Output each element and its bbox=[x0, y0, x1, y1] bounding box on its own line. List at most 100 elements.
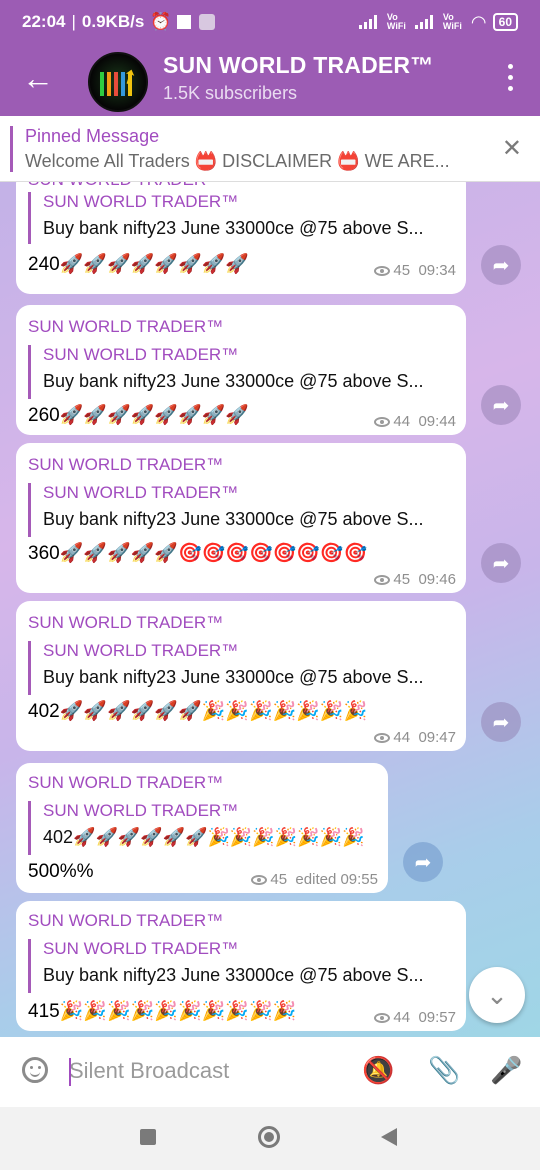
message-time: 09:44 bbox=[418, 413, 456, 430]
pinned-accent-bar bbox=[10, 126, 13, 172]
bell-off-icon[interactable]: 🔕 bbox=[362, 1055, 394, 1086]
share-icon[interactable]: ➦ bbox=[481, 702, 521, 742]
view-count: 45 bbox=[270, 871, 288, 888]
microphone-icon[interactable]: 🎤 bbox=[490, 1055, 522, 1086]
gallery-icon bbox=[199, 14, 216, 30]
share-icon[interactable]: ➦ bbox=[481, 245, 521, 285]
signal-icon bbox=[358, 15, 381, 29]
channel-subscribers: 1.5K subscribers bbox=[163, 83, 298, 103]
message-bubble[interactable]: SUN WORLD TRADER™ SUN WORLD TRADER™ Buy … bbox=[16, 305, 466, 435]
alarm-icon: ⏰ bbox=[150, 12, 172, 31]
reply-quote[interactable]: SUN WORLD TRADER™ Buy bank nifty23 June … bbox=[28, 345, 424, 399]
eye-icon bbox=[374, 417, 391, 428]
pinned-message-bar[interactable]: Pinned Message Welcome All Traders 📛 DIS… bbox=[0, 116, 540, 182]
quote-text: Buy bank nifty23 June 33000ce @75 above … bbox=[43, 965, 424, 985]
smile-icon[interactable] bbox=[22, 1057, 48, 1083]
status-time: 22:04 bbox=[22, 12, 66, 31]
message-time: 09:47 bbox=[418, 729, 456, 746]
channel-title[interactable]: SUN WORLD TRADER™ bbox=[163, 52, 433, 79]
eye-icon bbox=[374, 266, 391, 277]
arrow-left-icon[interactable]: ← bbox=[22, 60, 54, 96]
message-time: edited 09:55 bbox=[295, 871, 378, 888]
message-meta: 45 edited 09:55 bbox=[251, 871, 378, 888]
message-time: 09:46 bbox=[418, 571, 456, 588]
message-text: 240🚀🚀🚀🚀🚀🚀🚀🚀 bbox=[28, 254, 249, 275]
signal-icon-2 bbox=[414, 15, 437, 29]
share-icon[interactable]: ➦ bbox=[481, 385, 521, 425]
status-separator: | bbox=[71, 12, 76, 31]
eye-icon bbox=[251, 875, 268, 886]
message-author: SUN WORLD TRADER™ bbox=[28, 773, 224, 792]
status-right: Vo WiFi Vo WiFi ◠ 60 bbox=[358, 11, 518, 33]
close-icon[interactable]: ✕ bbox=[502, 134, 522, 163]
quote-author: SUN WORLD TRADER™ bbox=[43, 801, 239, 820]
message-text: 360🚀🚀🚀🚀🚀🎯🎯🎯🎯🎯🎯🎯🎯 bbox=[28, 543, 368, 564]
channel-avatar[interactable]: ➚ bbox=[88, 52, 148, 112]
quote-text: Buy bank nifty23 June 33000ce @75 above … bbox=[43, 371, 424, 391]
reply-quote[interactable]: SUN WORLD TRADER™ Buy bank nifty23 June … bbox=[28, 483, 424, 537]
reply-quote[interactable]: SUN WORLD TRADER™ 402🚀🚀🚀🚀🚀🚀🎉🎉🎉🎉🎉🎉🎉 bbox=[28, 801, 364, 855]
view-count: 44 bbox=[393, 413, 411, 430]
message-author: SUN WORLD TRADER™ bbox=[28, 911, 224, 930]
view-count: 44 bbox=[393, 1009, 411, 1026]
message-bubble[interactable]: SUN WORLD TRADER™ SUN WORLD TRADER™ Buy … bbox=[16, 901, 466, 1031]
quote-author: SUN WORLD TRADER™ bbox=[43, 641, 239, 660]
message-meta: 44 09:47 bbox=[374, 729, 456, 746]
eye-icon bbox=[374, 1013, 391, 1024]
reply-quote[interactable]: SUN WORLD TRADER™ Buy bank nifty23 June … bbox=[28, 641, 424, 695]
reply-quote[interactable]: SUN WORLD TRADER™ Buy bank nifty23 June … bbox=[28, 192, 424, 244]
pinned-text: Welcome All Traders 📛 DISCLAIMER 📛 WE AR… bbox=[25, 151, 450, 171]
message-bubble[interactable]: SUN WORLD TRADER™ SUN WORLD TRADER™ 402🚀… bbox=[16, 763, 388, 893]
back-triangle-icon[interactable] bbox=[381, 1128, 397, 1146]
quote-author: SUN WORLD TRADER™ bbox=[43, 483, 239, 502]
chat-area[interactable]: SUN WORLD TRADER™ SUN WORLD TRADER™ Buy … bbox=[0, 182, 540, 1037]
status-speed: 0.9KB/s bbox=[81, 12, 145, 31]
message-bubble[interactable]: SUN WORLD TRADER™ SUN WORLD TRADER™ Buy … bbox=[16, 182, 466, 294]
reply-quote[interactable]: SUN WORLD TRADER™ Buy bank nifty23 June … bbox=[28, 939, 424, 993]
message-meta: 44 09:44 bbox=[374, 413, 456, 430]
quote-author: SUN WORLD TRADER™ bbox=[43, 939, 239, 958]
quote-text: Buy bank nifty23 June 33000ce @75 above … bbox=[43, 667, 424, 687]
eye-icon bbox=[374, 733, 391, 744]
network-label-1: Vo WiFi bbox=[386, 12, 406, 31]
quote-text: 402🚀🚀🚀🚀🚀🚀🎉🎉🎉🎉🎉🎉🎉 bbox=[43, 827, 365, 847]
channel-header: ← ➚ SUN WORLD TRADER™ 1.5K subscribers bbox=[0, 44, 540, 116]
message-meta: 45 09:46 bbox=[374, 571, 456, 588]
wifi-icon: ◠ bbox=[470, 11, 487, 32]
message-time: 09:57 bbox=[418, 1009, 456, 1026]
view-count: 44 bbox=[393, 729, 411, 746]
eye-icon bbox=[374, 575, 391, 586]
message-text: 415🎉🎉🎉🎉🎉🎉🎉🎉🎉🎉 bbox=[28, 1001, 297, 1022]
message-time: 09:34 bbox=[418, 262, 456, 279]
view-count: 45 bbox=[393, 571, 411, 588]
quote-text: Buy bank nifty23 June 33000ce @75 above … bbox=[43, 218, 424, 238]
message-bubble[interactable]: SUN WORLD TRADER™ SUN WORLD TRADER™ Buy … bbox=[16, 601, 466, 751]
message-input[interactable]: Silent Broadcast bbox=[69, 1058, 229, 1084]
share-icon[interactable]: ➦ bbox=[481, 543, 521, 583]
home-icon[interactable] bbox=[258, 1126, 280, 1148]
message-text: 260🚀🚀🚀🚀🚀🚀🚀🚀 bbox=[28, 405, 249, 426]
text-cursor bbox=[69, 1058, 71, 1086]
recents-icon[interactable] bbox=[140, 1129, 156, 1145]
message-author: SUN WORLD TRADER™ bbox=[28, 182, 223, 190]
share-icon[interactable]: ➦ bbox=[403, 842, 443, 882]
view-count: 45 bbox=[393, 262, 411, 279]
message-meta: 45 09:34 bbox=[374, 262, 456, 279]
status-bar: 22:04 | 0.9KB/s ⏰ Vo WiFi Vo WiFi ◠ 60 bbox=[0, 0, 540, 44]
message-text: 500%% bbox=[28, 861, 94, 882]
message-meta: 44 09:57 bbox=[374, 1009, 456, 1026]
network-label-2: Vo WiFi bbox=[442, 12, 462, 31]
input-bar: Silent Broadcast 🔕 📎 🎤 bbox=[0, 1037, 540, 1107]
stop-icon bbox=[177, 15, 192, 29]
more-vertical-icon[interactable] bbox=[508, 64, 514, 94]
message-author: SUN WORLD TRADER™ bbox=[28, 455, 224, 474]
paperclip-icon[interactable]: 📎 bbox=[428, 1055, 460, 1086]
message-author: SUN WORLD TRADER™ bbox=[28, 613, 224, 632]
message-author: SUN WORLD TRADER™ bbox=[28, 317, 224, 336]
chevron-down-icon[interactable]: ⌄ bbox=[469, 967, 525, 1023]
message-bubble[interactable]: SUN WORLD TRADER™ SUN WORLD TRADER™ Buy … bbox=[16, 443, 466, 593]
quote-author: SUN WORLD TRADER™ bbox=[43, 345, 239, 364]
system-nav-bar bbox=[0, 1107, 540, 1170]
message-text: 402🚀🚀🚀🚀🚀🚀🎉🎉🎉🎉🎉🎉🎉 bbox=[28, 701, 368, 722]
battery-icon: 60 bbox=[492, 13, 518, 31]
